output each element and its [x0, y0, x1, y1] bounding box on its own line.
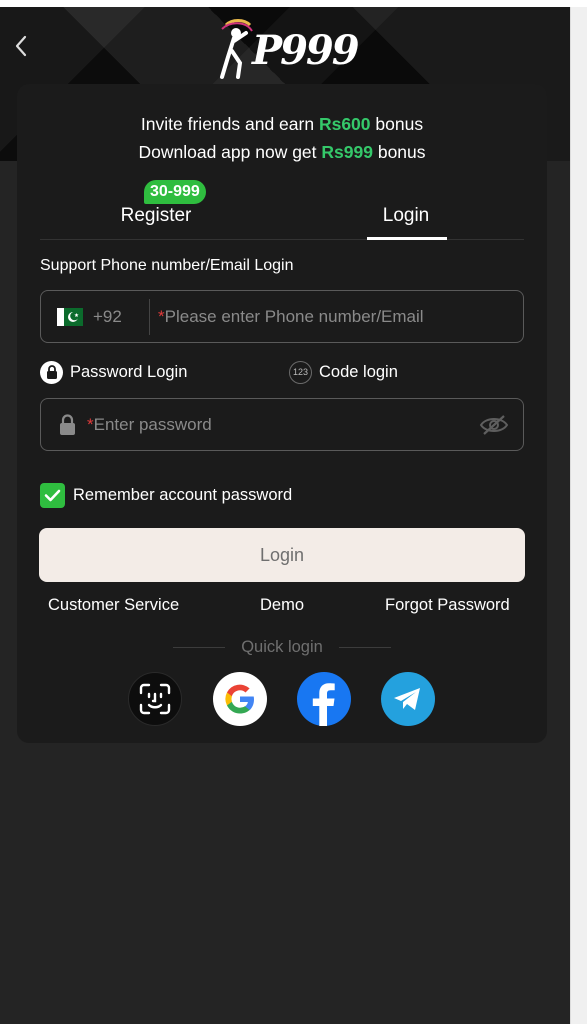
remember-checkbox[interactable]	[40, 482, 65, 508]
promo-text: Invite friends and earn Rs600 bonus Down…	[17, 110, 547, 166]
tab-login[interactable]: Login	[366, 192, 446, 240]
page-viewport: P999 Invite friends and earn Rs600 bonus…	[0, 7, 570, 1024]
telegram-login-button[interactable]	[381, 672, 435, 726]
country-code[interactable]: +92	[93, 307, 139, 327]
active-tab-indicator	[367, 237, 447, 240]
password-login-option[interactable]: Password Login	[40, 358, 187, 386]
back-button[interactable]	[10, 33, 32, 59]
support-login-label: Support Phone number/Email Login	[40, 257, 294, 274]
forgot-password-link[interactable]: Forgot Password	[385, 596, 510, 615]
scrollbar-track[interactable]	[570, 7, 587, 1024]
auth-tabs: Register Login	[40, 192, 524, 240]
required-mark: *	[87, 414, 94, 434]
password-placeholder-text: Enter password	[93, 414, 212, 434]
divider-line-left	[173, 646, 226, 648]
cricket-player-logo-icon	[220, 19, 253, 79]
eye-hidden-icon[interactable]	[479, 413, 509, 437]
phone-email-input[interactable]: *Please enter Phone number/Email	[158, 307, 424, 327]
code-login-option[interactable]: 123 Code login	[289, 358, 398, 386]
lock-icon	[40, 360, 63, 384]
quick-login-divider: Quick login	[169, 637, 395, 657]
footer-links: Customer Service Demo Forgot Password	[17, 596, 547, 620]
code-login-label: Code login	[319, 362, 398, 381]
phone-placeholder-text: Please enter Phone number/Email	[164, 306, 424, 326]
numeric-code-icon: 123	[289, 360, 312, 384]
google-login-button[interactable]	[213, 672, 267, 726]
password-login-label: Password Login	[70, 362, 188, 381]
telegram-icon	[394, 688, 420, 710]
promo-line-download: Download app now get Rs999 bonus	[17, 138, 547, 166]
face-id-icon	[139, 683, 171, 715]
password-lock-icon	[59, 413, 77, 437]
pakistan-flag-icon[interactable]	[57, 307, 83, 326]
field-divider	[149, 298, 150, 335]
promo-invite-amount: Rs600	[318, 114, 371, 134]
customer-service-link[interactable]: Customer Service	[48, 596, 179, 615]
promo-line-invite: Invite friends and earn Rs600 bonus	[17, 110, 547, 138]
phone-email-field[interactable]: +92 *Please enter Phone number/Email	[40, 290, 524, 343]
required-mark: *	[158, 306, 165, 326]
remember-label: Remember account password	[73, 485, 293, 504]
login-card: Invite friends and earn Rs600 bonus Down…	[17, 84, 547, 743]
promo-invite-prefix: Invite friends and earn	[140, 114, 319, 134]
brand-logo: P999	[212, 17, 360, 83]
logo-wordmark: P999	[252, 26, 360, 74]
promo-download-suffix: bonus	[372, 142, 426, 162]
register-bonus-badge: 30-999	[144, 180, 206, 204]
quick-login-label: Quick login	[241, 637, 323, 656]
login-method-selector: Password Login 123 Code login	[40, 358, 524, 386]
page-scrollbar[interactable]	[570, 0, 587, 1024]
remember-password-row: Remember account password	[40, 482, 292, 508]
divider-line-right	[338, 646, 391, 648]
promo-download-amount: Rs999	[321, 142, 373, 162]
password-field[interactable]: *Enter password	[40, 398, 524, 451]
google-icon	[225, 684, 254, 714]
password-input[interactable]: *Enter password	[87, 415, 212, 435]
facebook-icon	[312, 683, 335, 726]
top-edge	[0, 0, 587, 7]
login-button[interactable]: Login	[39, 528, 525, 582]
checkmark-icon	[44, 489, 61, 501]
demo-link[interactable]: Demo	[260, 596, 304, 615]
promo-download-prefix: Download app now get	[138, 142, 322, 162]
face-id-login-button[interactable]	[128, 672, 182, 726]
promo-invite-suffix: bonus	[370, 114, 424, 134]
facebook-login-button[interactable]	[297, 672, 351, 726]
chevron-left-icon	[15, 35, 27, 57]
